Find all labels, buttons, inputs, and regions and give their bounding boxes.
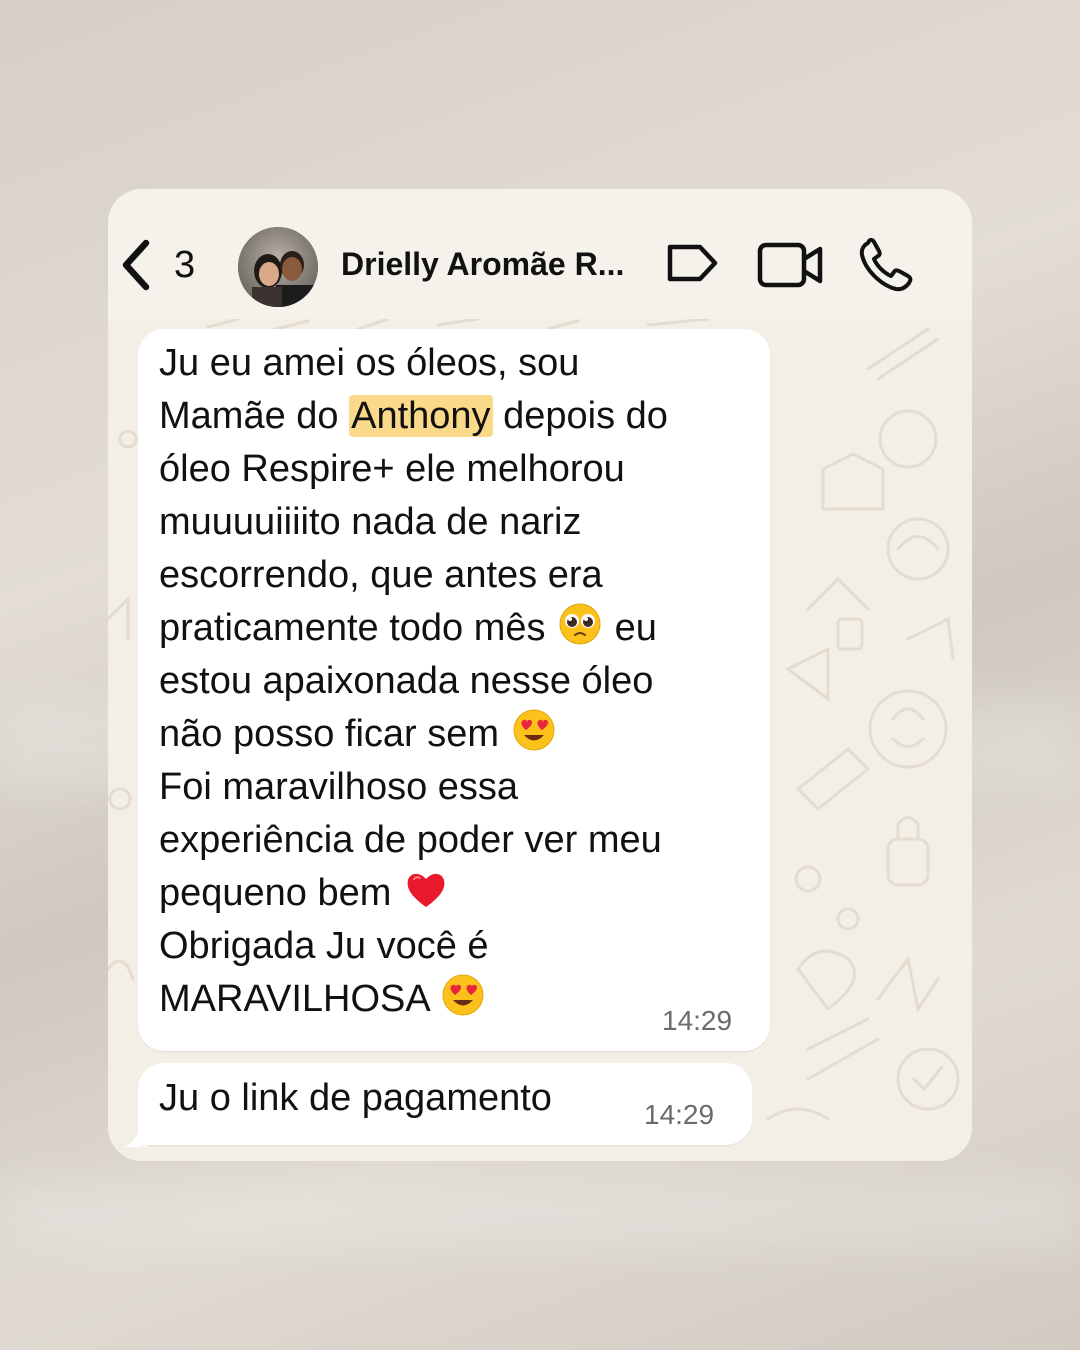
avatar-photo	[238, 227, 318, 307]
message-line: pequeno bem	[159, 872, 392, 914]
message-bubble-received[interactable]: Ju o link de pagamento 14:29	[138, 1063, 752, 1145]
heart-eyes-emoji-icon	[513, 709, 555, 751]
message-line: estou apaixonada nesse óleo	[159, 660, 654, 702]
message-line: Obrigada Ju você é	[159, 925, 489, 967]
message-line: Mamãe do	[159, 395, 339, 437]
label-tag-icon[interactable]	[664, 241, 720, 285]
heart-eyes-emoji-icon	[442, 974, 484, 1016]
message-line: experiência de poder ver meu	[159, 819, 662, 861]
message-line: não posso ficar sem	[159, 713, 500, 755]
message-line: muuuuiiiito nada de nariz	[159, 501, 582, 543]
phone-call-icon[interactable]	[858, 237, 916, 293]
message-line: óleo Respire+ ele melhorou	[159, 448, 625, 490]
chat-header: 3 Drielly Aromãe R...	[108, 189, 972, 319]
message-line: Foi maravilhoso essa	[159, 766, 519, 808]
message-text: Ju o link de pagamento	[159, 1077, 552, 1119]
back-button[interactable]: 3	[118, 235, 218, 295]
chat-window: 3 Drielly Aromãe R... Ju eu amei os óleo…	[108, 189, 972, 1161]
contact-name[interactable]: Drielly Aromãe R...	[341, 246, 651, 283]
message-line: MARAVILHOSA	[159, 978, 429, 1020]
contact-avatar[interactable]	[238, 227, 318, 307]
message-bubble-received[interactable]: Ju eu amei os óleos, sou Mamãe do Anthon…	[138, 329, 770, 1051]
message-timestamp: 14:29	[662, 1005, 733, 1036]
message-line: escorrendo, que antes era	[159, 554, 603, 596]
chat-area: Ju eu amei os óleos, sou Mamãe do Anthon…	[108, 319, 972, 1161]
message-line: eu	[614, 607, 657, 649]
message-line: Ju eu amei os óleos, sou	[159, 342, 580, 384]
message-text: Ju eu amei os óleos, sou Mamãe do Anthon…	[159, 337, 759, 1026]
video-call-icon[interactable]	[756, 241, 826, 289]
message-timestamp: 14:29	[644, 1099, 715, 1130]
message-line: depois do	[503, 395, 668, 437]
light-streak	[0, 1180, 1080, 1250]
message-line: praticamente todo mês	[159, 607, 546, 649]
highlighted-word: Anthony	[349, 395, 493, 437]
red-heart-emoji-icon	[407, 873, 445, 907]
unread-count: 3	[174, 243, 196, 286]
pleading-face-emoji-icon	[559, 603, 601, 645]
chevron-left-icon	[122, 239, 150, 291]
